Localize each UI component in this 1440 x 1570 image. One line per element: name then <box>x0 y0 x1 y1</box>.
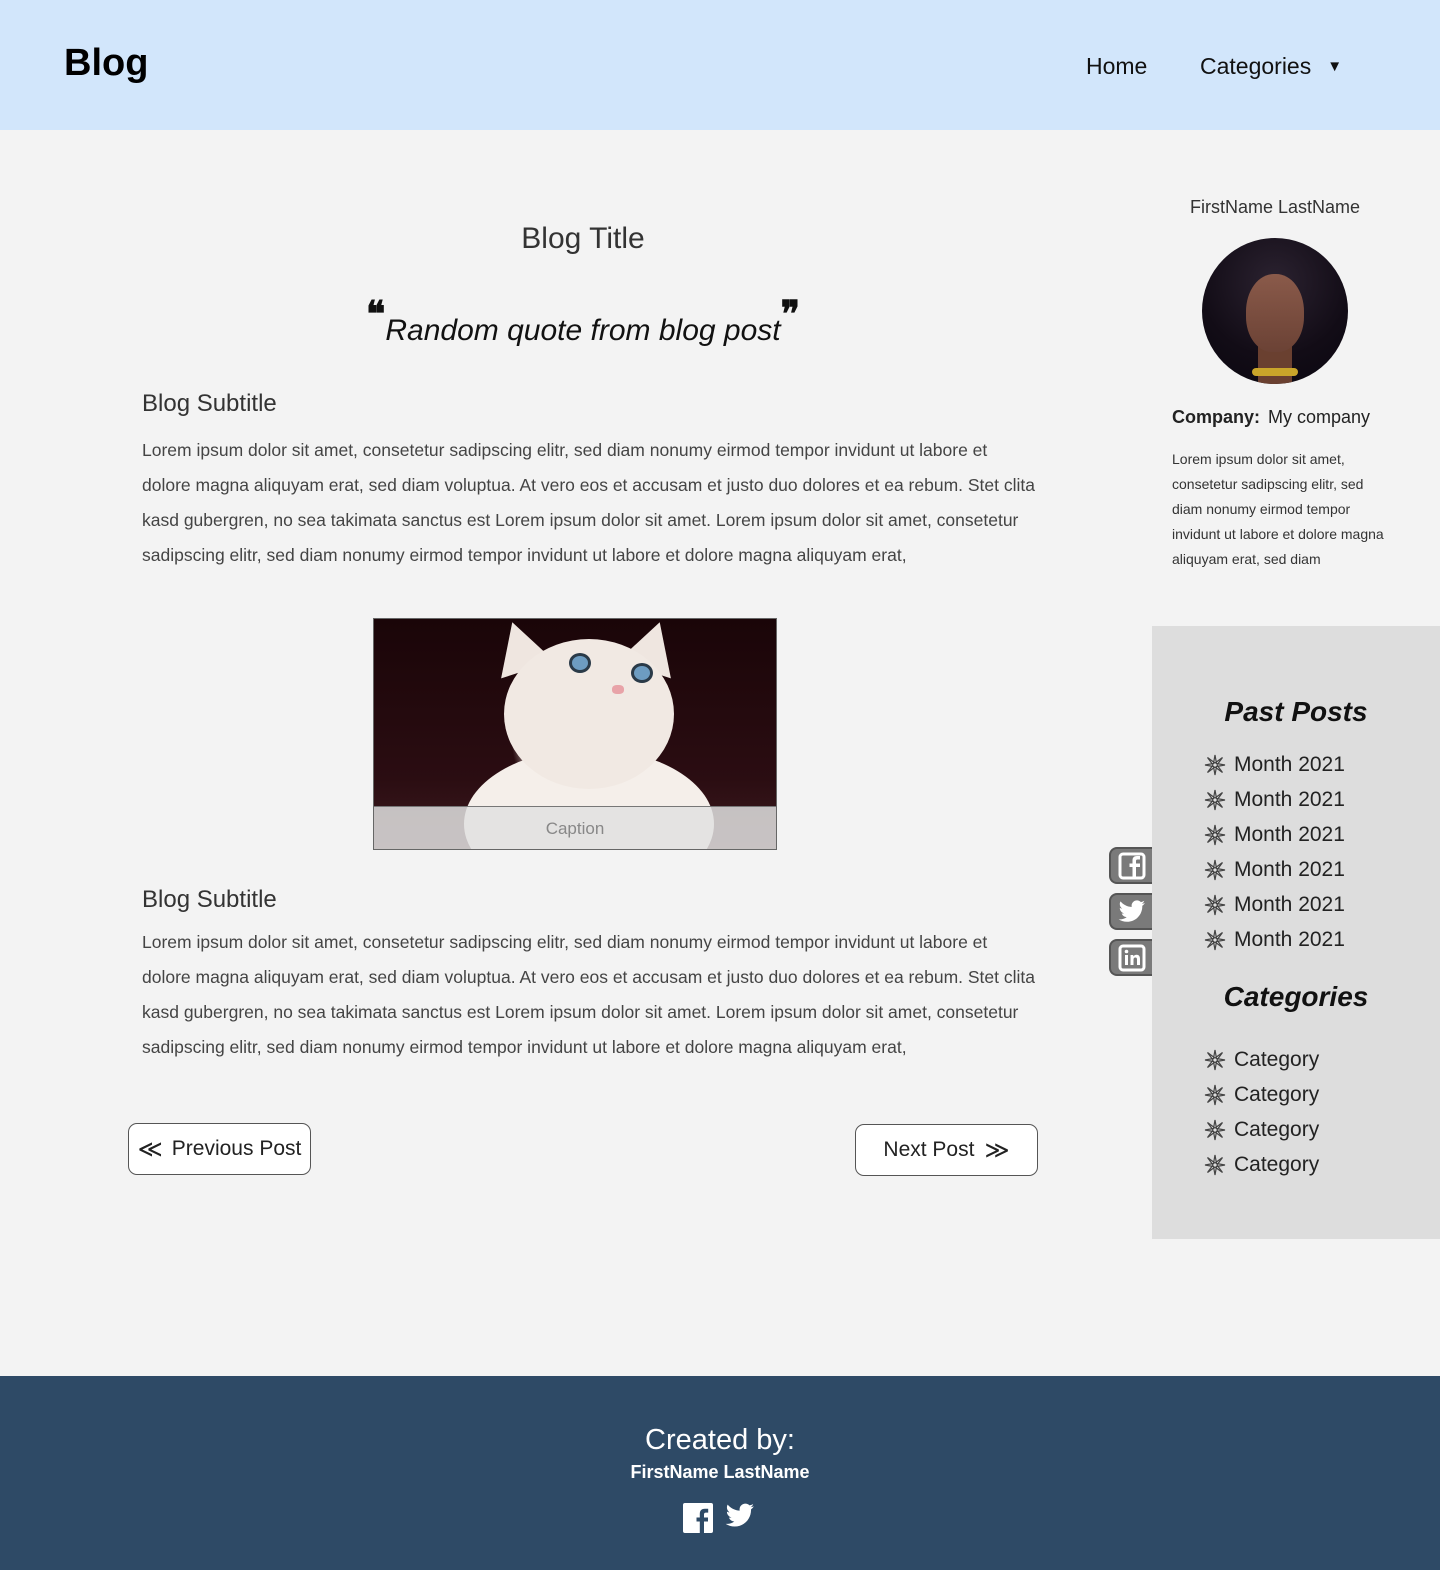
previous-post-button[interactable]: ≪ Previous Post <box>128 1123 311 1175</box>
section-subtitle: Blog Subtitle <box>142 390 277 417</box>
sparkle-icon <box>1204 789 1234 811</box>
previous-post-label: Previous Post <box>171 1137 302 1160</box>
twitter-icon <box>1118 899 1145 922</box>
facebook-icon[interactable] <box>683 1503 713 1533</box>
caret-down-icon: ▼ <box>1327 58 1343 75</box>
author-company: Company: My company <box>1172 407 1370 428</box>
category-item[interactable]: Category <box>1204 1042 1319 1077</box>
article-figure: Caption <box>373 618 777 850</box>
sparkle-icon <box>1204 1154 1234 1176</box>
past-post-label: Month 2021 <box>1234 892 1345 916</box>
author-avatar <box>1202 238 1348 384</box>
nav-categories-label: Categories <box>1200 53 1312 79</box>
category-label: Category <box>1234 1152 1320 1176</box>
past-post-label: Month 2021 <box>1234 857 1345 881</box>
past-post-label: Month 2021 <box>1234 752 1345 776</box>
section-body: Lorem ipsum dolor sit amet, consetetur s… <box>142 440 1035 565</box>
past-posts-heading: Past Posts <box>1224 696 1368 727</box>
quote-text: Random quote from blog post <box>385 314 781 347</box>
twitter-share-button[interactable] <box>1109 893 1153 930</box>
linkedin-icon <box>1118 944 1146 971</box>
past-post-item[interactable]: Month 2021 <box>1204 887 1345 922</box>
sparkle-icon <box>1204 859 1234 881</box>
open-quote-icon: ❝ <box>366 293 386 335</box>
next-post-button[interactable]: Next Post ≫ <box>855 1124 1038 1176</box>
category-label: Category <box>1234 1117 1320 1141</box>
section-body: Lorem ipsum dolor sit amet, consetetur s… <box>142 932 1035 1057</box>
figure-caption: Caption <box>374 806 776 849</box>
categories-list: Category Category Category Category <box>1204 1042 1319 1182</box>
site-footer: Created by: FirstName LastName <box>0 1376 1440 1570</box>
company-value: My company <box>1268 407 1371 427</box>
past-post-label: Month 2021 <box>1234 927 1345 951</box>
sparkle-icon <box>1204 1084 1234 1106</box>
created-by-label: Created by: <box>645 1424 795 1456</box>
sparkle-icon <box>1204 754 1234 776</box>
category-label: Category <box>1234 1082 1320 1106</box>
linkedin-share-button[interactable] <box>1109 939 1153 976</box>
site-logo[interactable]: Blog <box>64 42 148 85</box>
twitter-icon[interactable] <box>725 1503 755 1529</box>
company-label: Company: <box>1172 407 1261 427</box>
section-subtitle: Blog Subtitle <box>142 886 277 913</box>
nav-home-link[interactable]: Home <box>1086 53 1147 80</box>
author-name: FirstName LastName <box>1189 197 1361 217</box>
blog-quote: ❝Random quote from blog post❞ <box>0 296 1166 348</box>
double-chevron-right-icon: ≫ <box>984 1136 1010 1164</box>
category-label: Category <box>1234 1047 1320 1071</box>
past-post-item[interactable]: Month 2021 <box>1204 922 1345 957</box>
past-post-item[interactable]: Month 2021 <box>1204 747 1345 782</box>
nav-categories-dropdown[interactable]: Categories ▼ <box>1200 53 1342 80</box>
footer-author-name: FirstName LastName <box>630 1462 810 1482</box>
past-post-label: Month 2021 <box>1234 822 1345 846</box>
next-post-label: Next Post <box>883 1138 975 1161</box>
footer-social-icons <box>683 1503 755 1533</box>
past-post-item[interactable]: Month 2021 <box>1204 782 1345 817</box>
categories-heading: Categories <box>1223 981 1369 1012</box>
blog-title: Blog Title <box>521 222 645 255</box>
category-item[interactable]: Category <box>1204 1077 1319 1112</box>
past-post-item[interactable]: Month 2021 <box>1204 852 1345 887</box>
category-item[interactable]: Category <box>1204 1147 1319 1182</box>
sparkle-icon <box>1204 929 1234 951</box>
past-posts-list: Month 2021 Month 2021 Month 2021 Month 2… <box>1204 747 1345 957</box>
author-bio: Lorem ipsum dolor sit amet, consetetur s… <box>1172 451 1384 567</box>
double-chevron-left-icon: ≪ <box>137 1135 163 1163</box>
sparkle-icon <box>1204 1049 1234 1071</box>
sparkle-icon <box>1204 824 1234 846</box>
close-quote-icon: ❞ <box>780 293 800 335</box>
site-header: Blog Home Categories ▼ <box>0 0 1440 130</box>
social-share-rail <box>1109 847 1153 985</box>
facebook-share-button[interactable] <box>1109 847 1153 884</box>
archive-panel: Past Posts Month 2021 Month 2021 Month 2… <box>1152 626 1440 1239</box>
sparkle-icon <box>1204 894 1234 916</box>
past-post-label: Month 2021 <box>1234 787 1345 811</box>
past-post-item[interactable]: Month 2021 <box>1204 817 1345 852</box>
facebook-icon <box>1118 852 1146 879</box>
category-item[interactable]: Category <box>1204 1112 1319 1147</box>
sparkle-icon <box>1204 1119 1234 1141</box>
